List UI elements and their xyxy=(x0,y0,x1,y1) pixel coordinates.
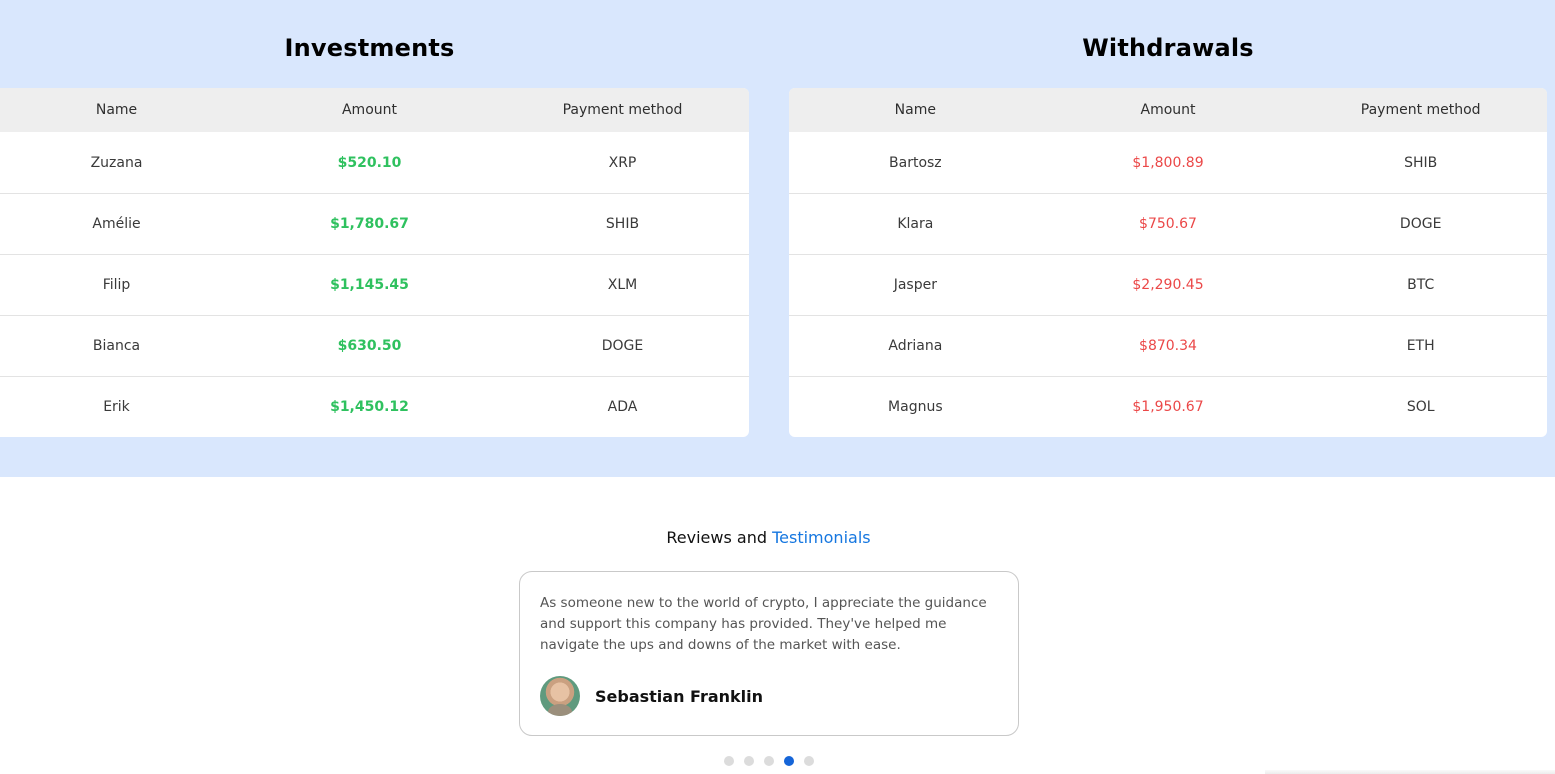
row-payment-method: XLM xyxy=(607,277,638,293)
testimonial-text: As someone new to the world of crypto, I… xyxy=(540,595,987,653)
row-name: Magnus xyxy=(888,399,943,415)
row-payment-method: BTC xyxy=(1407,277,1435,293)
row-amount: $750.67 xyxy=(1139,216,1197,232)
table-row: Zuzana $520.10 XRP xyxy=(0,132,749,193)
reviews-heading-accent: Testimonials xyxy=(772,528,871,547)
row-amount: $2,290.45 xyxy=(1132,277,1204,293)
transactions-section: Investments Name Amount Payment method Z… xyxy=(0,0,1555,477)
row-name: Adriana xyxy=(888,338,943,354)
carousel-dot-active[interactable] xyxy=(784,756,794,766)
row-amount: $1,450.12 xyxy=(330,399,409,415)
row-payment-method: XRP xyxy=(608,154,637,171)
column-header-amount: Amount xyxy=(1140,102,1196,118)
carousel-dot[interactable] xyxy=(744,756,754,766)
table-row: Bianca $630.50 DOGE xyxy=(0,315,749,376)
row-payment-method: DOGE xyxy=(1399,216,1442,232)
row-name: Erik xyxy=(103,399,130,415)
reviews-heading: Reviews and Testimonials xyxy=(0,528,1537,547)
column-header-name: Name xyxy=(894,102,936,118)
row-name: Bianca xyxy=(92,338,141,354)
row-amount: $1,145.45 xyxy=(330,277,409,293)
table-row: Jasper $2,290.45 BTC xyxy=(789,254,1547,315)
row-amount: $1,800.89 xyxy=(1132,154,1204,171)
row-payment-method: ADA xyxy=(607,399,638,415)
row-payment-method: DOGE xyxy=(601,338,644,354)
column-header-amount: Amount xyxy=(341,102,397,118)
floating-panel-edge xyxy=(1265,770,1555,774)
column-header-payment-method: Payment method xyxy=(562,102,683,118)
table-row: Klara $750.67 DOGE xyxy=(789,193,1547,254)
row-name: Bartosz xyxy=(889,154,942,171)
reviewer: Sebastian Franklin xyxy=(540,676,763,716)
carousel-dot[interactable] xyxy=(804,756,814,766)
carousel-dot[interactable] xyxy=(764,756,774,766)
person-avatar-icon xyxy=(540,676,580,716)
row-payment-method: SHIB xyxy=(1404,154,1438,171)
row-amount: $870.34 xyxy=(1139,338,1197,354)
reviewer-name: Sebastian Franklin xyxy=(595,686,764,706)
row-amount: $630.50 xyxy=(337,338,402,354)
table-row: Bartosz $1,800.89 SHIB xyxy=(789,132,1547,193)
row-payment-method: SOL xyxy=(1406,399,1435,415)
table-row: Amélie $1,780.67 SHIB xyxy=(0,193,749,254)
investments-table-header: Name Amount Payment method xyxy=(0,88,749,132)
reviews-heading-plain: Reviews and xyxy=(666,528,767,547)
investments-table: Name Amount Payment method Zuzana $520.1… xyxy=(0,88,749,437)
table-row: Erik $1,450.12 ADA xyxy=(0,376,749,437)
table-row: Magnus $1,950.67 SOL xyxy=(789,376,1547,437)
testimonial-card: As someone new to the world of crypto, I… xyxy=(519,571,1019,736)
row-amount: $1,950.67 xyxy=(1132,399,1204,415)
table-row: Adriana $870.34 ETH xyxy=(789,315,1547,376)
column-header-payment-method: Payment method xyxy=(1360,102,1481,118)
row-amount: $1,780.67 xyxy=(330,216,409,232)
row-name: Klara xyxy=(897,216,934,232)
carousel-pagination xyxy=(724,756,824,766)
column-header-name: Name xyxy=(95,102,138,118)
table-row: Filip $1,145.45 XLM xyxy=(0,254,749,315)
row-amount: $520.10 xyxy=(337,154,402,171)
withdrawals-table: Name Amount Payment method Bartosz $1,80… xyxy=(789,88,1547,437)
row-name: Zuzana xyxy=(90,154,143,171)
row-name: Filip xyxy=(102,277,131,293)
row-payment-method: ETH xyxy=(1406,338,1435,354)
row-name: Jasper xyxy=(893,277,937,293)
withdrawals-title: Withdrawals xyxy=(1082,34,1254,62)
row-name: Amélie xyxy=(92,216,141,232)
investments-title: Investments xyxy=(284,34,455,62)
carousel-dot[interactable] xyxy=(724,756,734,766)
row-payment-method: SHIB xyxy=(605,216,640,232)
withdrawals-table-header: Name Amount Payment method xyxy=(789,88,1547,132)
